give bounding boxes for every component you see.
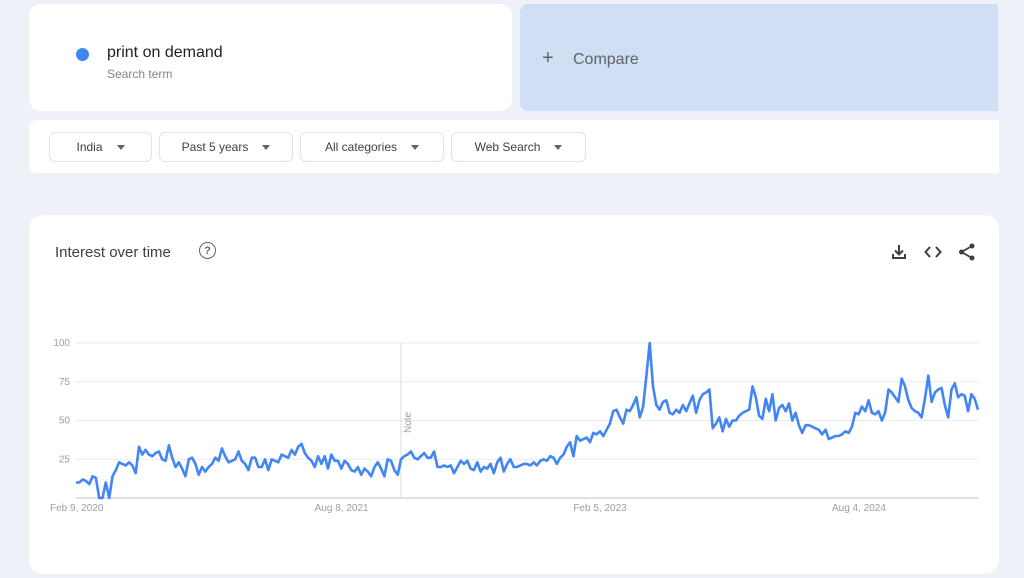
compare-label: Compare [573,51,639,68]
filter-bar: India Past 5 years All categories Web Se… [29,120,999,173]
compare-button[interactable]: + Compare [520,4,998,111]
y-tick-label: 50 [59,416,71,427]
line-chart: Note 25 50 75 100 Feb 9, 2020 Aug 8, 2021 Feb… [50,338,980,514]
caret-down-icon [116,144,125,150]
x-tick-label: Feb 9, 2020 [50,503,104,514]
x-tick-label: Aug 4, 2024 [832,503,886,514]
caret-down-icon [262,144,271,150]
category-dropdown[interactable]: All categories [300,132,444,162]
plus-icon: + [542,47,554,69]
y-tick-label: 75 [59,377,71,388]
x-tick-label: Feb 5, 2023 [573,503,627,514]
series-color-dot [76,48,89,61]
region-dropdown-label: India [76,140,103,154]
search-term-name[interactable]: print on demand [107,44,223,62]
category-dropdown-label: All categories [324,140,398,154]
y-tick-label: 25 [59,454,71,465]
region-dropdown[interactable]: India [49,132,152,162]
caret-down-icon [411,144,420,150]
interest-over-time-panel: Interest over time ? Note 25 50 75 100 Feb … [29,215,999,574]
time-range-dropdown-label: Past 5 years [181,140,249,154]
search-type-dropdown[interactable]: Web Search [451,132,586,162]
time-range-dropdown[interactable]: Past 5 years [159,132,293,162]
search-type-dropdown-label: Web Search [474,140,541,154]
x-tick-label: Aug 8, 2021 [315,503,369,514]
annotation-note-label[interactable]: Note [403,411,414,433]
y-tick-label: 100 [53,338,70,349]
caret-down-icon [554,144,563,150]
search-term-card[interactable]: print on demand Search term [29,4,512,111]
search-term-subtitle: Search term [107,67,173,81]
